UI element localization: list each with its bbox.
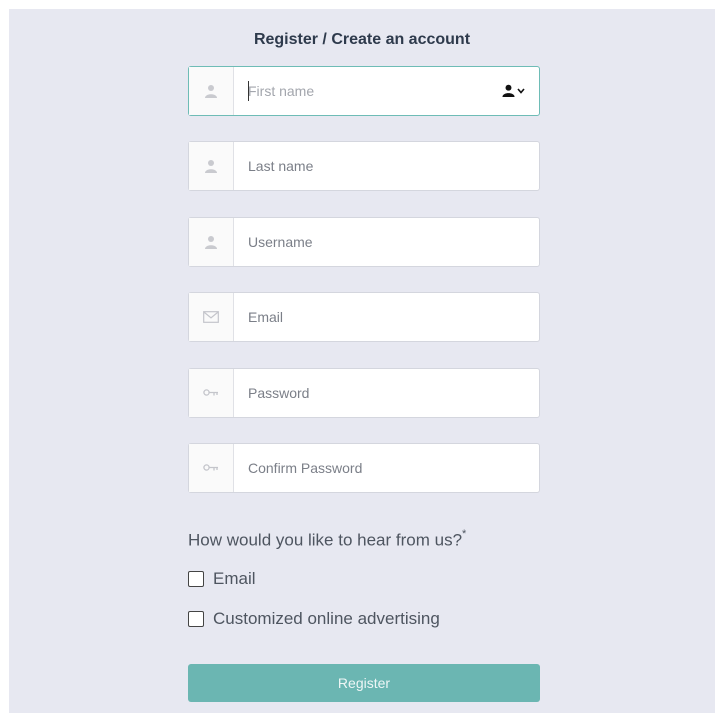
key-icon [203,389,218,396]
form-panel: Register / Create an account First name … [9,9,715,713]
advertising-checkbox[interactable] [188,611,204,627]
question-text: How would you like to hear from us? [188,530,463,550]
account-icon [502,84,515,97]
option-advertising-label: Customized online advertising [213,609,440,628]
first-name-addon [189,67,234,115]
email-input[interactable] [234,293,539,341]
account-autofill-button[interactable] [502,84,525,97]
confirm-password-field[interactable] [188,443,540,493]
option-email-label: Email [213,569,256,588]
first-name-input[interactable] [234,67,539,115]
register-button[interactable]: Register [188,664,540,702]
password-addon [189,369,234,417]
last-name-field[interactable] [188,141,540,191]
chevron-down-icon [517,87,525,94]
password-field[interactable] [188,368,540,418]
email-field[interactable] [188,292,540,342]
first-name-field[interactable] [188,66,540,116]
option-email[interactable]: Email [188,569,256,589]
text-cursor [248,81,249,101]
contact-preference-question: How would you like to hear from us?* [188,528,467,551]
confirm-password-addon [189,444,234,492]
email-checkbox[interactable] [188,571,204,587]
username-addon [189,218,234,266]
envelope-icon [203,311,219,323]
required-marker: * [462,528,467,540]
last-name-addon [189,142,234,190]
password-input[interactable] [234,369,539,417]
page-title: Register / Create an account [253,31,471,48]
option-advertising[interactable]: Customized online advertising [188,609,440,629]
user-icon [205,160,217,173]
user-icon [205,85,217,98]
username-input[interactable] [234,218,539,266]
key-icon [203,464,218,471]
confirm-password-input[interactable] [234,444,539,492]
last-name-input[interactable] [234,142,539,190]
email-addon [189,293,234,341]
user-icon [205,236,217,249]
username-field[interactable] [188,217,540,267]
